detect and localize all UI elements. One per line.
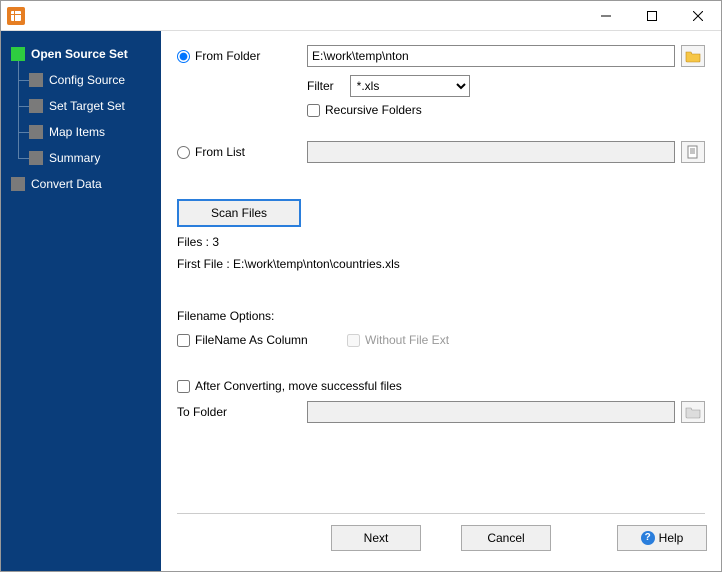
from-folder-label: From Folder bbox=[195, 49, 260, 63]
file-icon bbox=[685, 145, 701, 159]
browse-list-button[interactable] bbox=[681, 141, 705, 163]
titlebar bbox=[1, 1, 721, 31]
sidebar-item-config-source[interactable]: Config Source bbox=[1, 67, 161, 93]
close-button[interactable] bbox=[675, 1, 721, 31]
browse-to-folder-button[interactable] bbox=[681, 401, 705, 423]
from-folder-radio-input[interactable] bbox=[177, 50, 190, 63]
filter-row: Filter *.xls bbox=[307, 75, 705, 97]
filename-as-column-checkbox[interactable]: FileName As Column bbox=[177, 333, 347, 347]
sidebar-item-open-source-set[interactable]: Open Source Set bbox=[1, 41, 161, 67]
to-folder-label: To Folder bbox=[177, 405, 227, 419]
recursive-checkbox[interactable]: Recursive Folders bbox=[307, 103, 422, 117]
sidebar-item-set-target-set[interactable]: Set Target Set bbox=[1, 93, 161, 119]
first-file: First File : E:\work\temp\nton\countries… bbox=[177, 257, 705, 271]
after-convert-input[interactable] bbox=[177, 380, 190, 393]
from-list-row: From List bbox=[177, 141, 705, 163]
after-convert-row: After Converting, move successful files bbox=[177, 379, 705, 393]
from-list-radio-input[interactable] bbox=[177, 146, 190, 159]
from-list-radio[interactable]: From List bbox=[177, 145, 307, 159]
sidebar-item-label: Open Source Set bbox=[31, 47, 128, 61]
titlebar-controls bbox=[583, 1, 721, 31]
square-icon bbox=[29, 151, 43, 165]
help-icon: ? bbox=[641, 531, 655, 545]
folder-icon bbox=[685, 49, 701, 63]
filename-options-heading: Filename Options: bbox=[177, 309, 705, 323]
without-ext-checkbox: Without File Ext bbox=[347, 333, 449, 347]
titlebar-left bbox=[1, 7, 25, 25]
app-icon bbox=[7, 7, 25, 25]
after-convert-checkbox[interactable]: After Converting, move successful files bbox=[177, 379, 402, 393]
body: Open Source Set Config Source Set Target… bbox=[1, 31, 721, 571]
folder-icon bbox=[685, 405, 701, 419]
scan-files-button[interactable]: Scan Files bbox=[177, 199, 301, 227]
square-icon bbox=[29, 99, 43, 113]
from-folder-radio[interactable]: From Folder bbox=[177, 49, 307, 63]
to-folder-input bbox=[307, 401, 675, 423]
sidebar-item-label: Set Target Set bbox=[49, 99, 125, 113]
help-label: Help bbox=[659, 531, 684, 545]
footer: Next Cancel ? Help bbox=[177, 513, 705, 561]
square-icon bbox=[29, 125, 43, 139]
recursive-checkbox-input[interactable] bbox=[307, 104, 320, 117]
maximize-button[interactable] bbox=[629, 1, 675, 31]
square-icon bbox=[11, 47, 25, 61]
recursive-row: Recursive Folders bbox=[307, 103, 705, 117]
filter-label: Filter bbox=[307, 79, 334, 93]
sidebar: Open Source Set Config Source Set Target… bbox=[1, 31, 161, 571]
without-ext-label: Without File Ext bbox=[365, 333, 449, 347]
without-ext-input bbox=[347, 334, 360, 347]
app-window: Open Source Set Config Source Set Target… bbox=[0, 0, 722, 572]
filename-as-column-label: FileName As Column bbox=[195, 333, 308, 347]
recursive-label: Recursive Folders bbox=[325, 103, 422, 117]
filename-options-row: FileName As Column Without File Ext bbox=[177, 333, 705, 347]
folder-path-input[interactable] bbox=[307, 45, 675, 67]
cancel-button[interactable]: Cancel bbox=[461, 525, 551, 551]
next-button[interactable]: Next bbox=[331, 525, 421, 551]
sidebar-item-map-items[interactable]: Map Items bbox=[1, 119, 161, 145]
files-count: Files : 3 bbox=[177, 235, 705, 249]
after-convert-label: After Converting, move successful files bbox=[195, 379, 402, 393]
main-panel: From Folder Filter *.xls bbox=[161, 31, 721, 571]
from-list-label: From List bbox=[195, 145, 245, 159]
list-path-input bbox=[307, 141, 675, 163]
sidebar-item-label: Config Source bbox=[49, 73, 125, 87]
sidebar-item-label: Map Items bbox=[49, 125, 105, 139]
minimize-button[interactable] bbox=[583, 1, 629, 31]
filename-as-column-input[interactable] bbox=[177, 334, 190, 347]
sidebar-item-label: Convert Data bbox=[31, 177, 102, 191]
to-folder-row: To Folder bbox=[177, 401, 705, 423]
filter-select[interactable]: *.xls bbox=[350, 75, 470, 97]
browse-folder-button[interactable] bbox=[681, 45, 705, 67]
sidebar-item-convert-data[interactable]: Convert Data bbox=[1, 171, 161, 197]
sidebar-item-label: Summary bbox=[49, 151, 100, 165]
help-button[interactable]: ? Help bbox=[617, 525, 707, 551]
from-folder-row: From Folder bbox=[177, 45, 705, 67]
sidebar-item-summary[interactable]: Summary bbox=[1, 145, 161, 171]
square-icon bbox=[29, 73, 43, 87]
square-icon bbox=[11, 177, 25, 191]
